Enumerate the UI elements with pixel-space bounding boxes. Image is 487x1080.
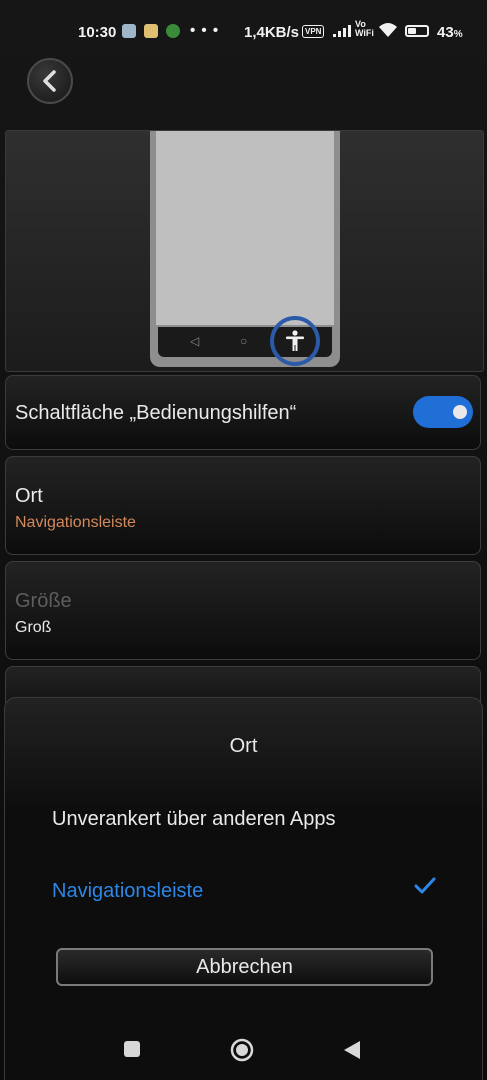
accessibility-preview: ◁ ○: [5, 130, 484, 372]
status-time: 10:30: [78, 24, 117, 41]
signal-icon: [333, 25, 351, 37]
app-notification-icon: [166, 24, 180, 38]
vowifi-icon: Vo WiFi: [355, 20, 374, 38]
back-button[interactable]: [27, 58, 73, 104]
app-notification-icon: [144, 24, 158, 38]
chevron-left-icon: [43, 70, 56, 92]
notification-icons: [122, 24, 180, 38]
battery-percent-value: 43: [437, 24, 454, 41]
recents-button-icon[interactable]: [123, 1040, 141, 1058]
phone-illustration: ◁ ○: [150, 131, 340, 367]
option-floating[interactable]: Unverankert über anderen Apps: [52, 808, 336, 831]
cancel-button[interactable]: Abbrechen: [56, 948, 433, 986]
option-navigation-bar[interactable]: Navigationsleiste: [52, 880, 203, 903]
battery-fill: [408, 28, 416, 34]
accessibility-button-toggle[interactable]: [413, 396, 473, 428]
wifi-icon: [379, 23, 397, 37]
accessibility-icon: [270, 316, 320, 366]
battery-percent: 43%: [437, 24, 463, 41]
location-dialog: Ort Unverankert über anderen Apps Naviga…: [4, 697, 483, 1080]
back-nav-button-icon[interactable]: [342, 1040, 362, 1060]
accessibility-button-label: Schaltfläche „Bedienungshilfen“: [15, 402, 297, 424]
home-button-icon[interactable]: [230, 1038, 254, 1062]
battery-icon: [405, 25, 429, 37]
phone-screen: [156, 131, 334, 325]
nav-back-icon: ◁: [190, 334, 200, 348]
location-value: Navigationsleiste: [15, 514, 136, 531]
location-row[interactable]: Ort Navigationsleiste: [5, 456, 481, 555]
accessibility-button-row[interactable]: Schaltfläche „Bedienungshilfen“: [5, 375, 481, 450]
toggle-knob: [453, 405, 467, 419]
system-navigation-bar: [0, 1030, 487, 1070]
battery-percent-unit: %: [453, 29, 463, 40]
vpn-icon: VPN: [302, 25, 325, 38]
size-label: Größe: [15, 590, 72, 612]
nav-home-icon: ○: [240, 334, 248, 348]
size-row: Größe Groß: [5, 561, 481, 660]
checkmark-icon: [414, 877, 436, 894]
accessibility-person-icon: [286, 330, 304, 351]
more-notifications-icon: • • •: [190, 22, 220, 39]
network-speed: 1,4KB/s: [244, 24, 300, 41]
size-value: Groß: [15, 619, 52, 636]
status-bar: 10:30 • • • 1,4KB/s VPN Vo WiFi 43%: [0, 0, 487, 64]
vowifi-bottom: WiFi: [355, 28, 374, 38]
app-notification-icon: [122, 24, 136, 38]
dialog-title: Ort: [229, 735, 258, 757]
location-label: Ort: [15, 485, 43, 507]
